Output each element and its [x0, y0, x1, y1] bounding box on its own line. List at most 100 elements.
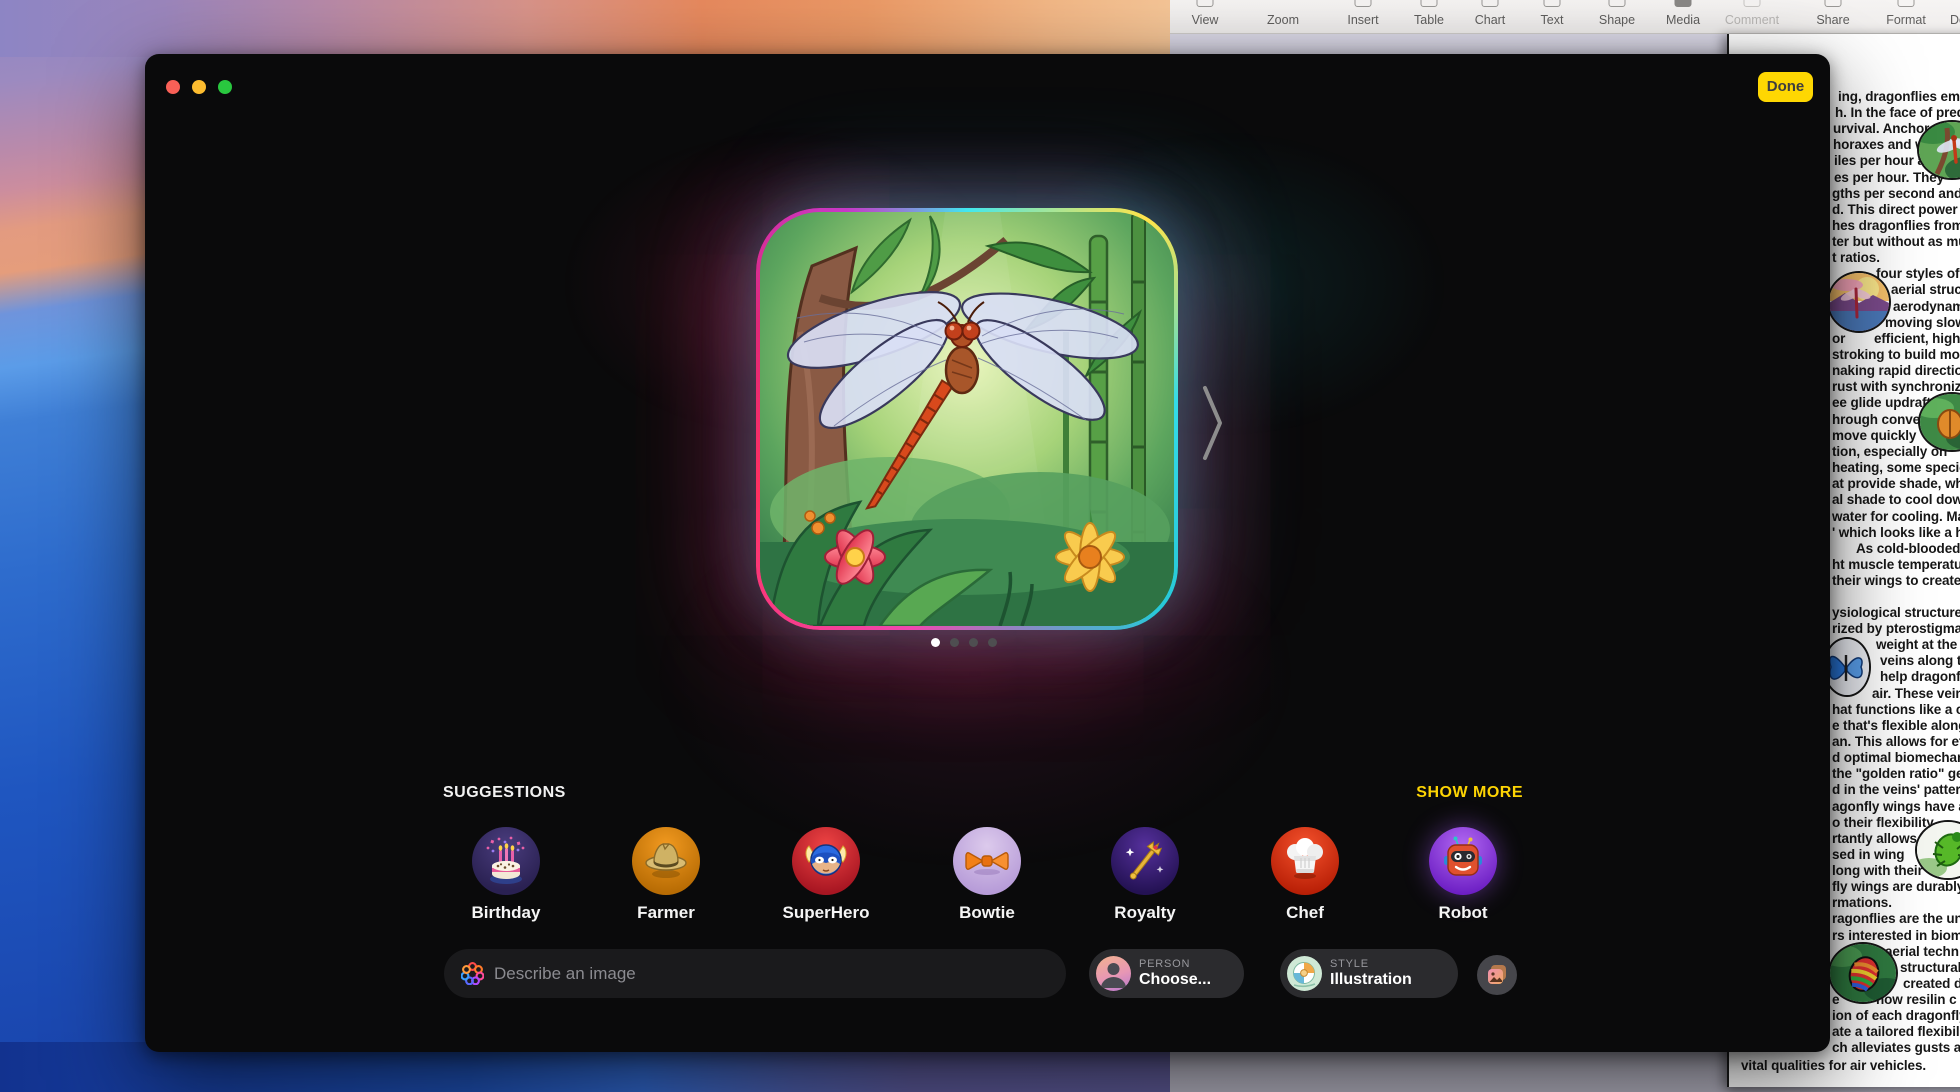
carousel-dot-4[interactable]	[988, 638, 997, 647]
document-line: stroking to build more thru	[1832, 347, 1960, 362]
document-line: ' which looks like a hands	[1832, 525, 1960, 540]
done-button[interactable]: Done	[1758, 72, 1813, 102]
document-line: ragonflies are the unexpec	[1832, 911, 1960, 926]
bowtie-icon	[953, 827, 1021, 895]
document-line: hes dragonflies from othe	[1832, 218, 1960, 233]
document-line: rized by pterostigmata tha	[1832, 621, 1960, 636]
carousel-dot-3[interactable]	[969, 638, 978, 647]
document-line: heating, some species als	[1832, 460, 1960, 475]
document-line: e that's flexible along the	[1832, 718, 1960, 733]
document-line: naking rapid direction cha	[1832, 363, 1960, 378]
suggestion-robot[interactable]: Robot	[1429, 827, 1497, 895]
document-line: ysiological structure of th	[1832, 605, 1960, 620]
document-line: ing, dragonflies employ m	[1838, 89, 1960, 104]
document-line: d in the veins' pattern.	[1832, 782, 1960, 797]
suggestions-heading: SUGGESTIONS	[443, 784, 566, 802]
person-kicker: PERSON	[1139, 958, 1211, 971]
suggestion-birthday[interactable]: Birthday	[472, 827, 540, 895]
document-line: help dragonflies eff	[1880, 669, 1960, 684]
document-line: sed in wing	[1832, 847, 1904, 862]
show-more-button[interactable]: SHOW MORE	[1416, 784, 1523, 802]
prompt-placeholder: Describe an image	[494, 964, 636, 984]
suggestion-farmer[interactable]: Farmer	[632, 827, 700, 895]
person-avatar-icon	[1096, 956, 1131, 991]
royal-scepter-icon	[1111, 827, 1179, 895]
document-line: structural a	[1900, 960, 1960, 975]
robot-icon	[1429, 827, 1497, 895]
image-playground-window: Done	[145, 54, 1830, 1052]
figure-blue-butterfly	[1823, 637, 1871, 697]
person-chooser-button[interactable]: PERSON Choose...	[1089, 949, 1244, 998]
photos-icon	[1485, 963, 1509, 987]
suggestion-label: SuperHero	[783, 903, 870, 923]
image-playground-flower-icon	[461, 962, 484, 985]
document-line: aerial structur	[1891, 282, 1960, 297]
desktop-wallpaper-top-band	[0, 0, 1170, 57]
suggestion-label: Royalty	[1114, 903, 1175, 923]
document-line: at provide shade, while ot	[1832, 476, 1960, 491]
suggestion-label: Bowtie	[959, 903, 1015, 923]
document-line: the "golden ratio" geomet	[1832, 766, 1960, 781]
document-line: rs interested in biomimeti	[1832, 928, 1960, 943]
suggestion-chef[interactable]: Chef	[1271, 827, 1339, 895]
document-line: ion of each dragonfly wing	[1832, 1008, 1960, 1023]
document-line: h. In the face of predators	[1835, 105, 1960, 120]
generated-image-card[interactable]	[756, 208, 1178, 630]
document-line: hat functions like a cantile	[1832, 702, 1960, 717]
suggestion-label: Robot	[1438, 903, 1487, 923]
suggestion-bowtie[interactable]: Bowtie	[953, 827, 1021, 895]
close-window-button[interactable]	[166, 80, 180, 94]
document-line: o their flexibility	[1832, 815, 1934, 830]
illustration-style-icon	[1287, 956, 1322, 991]
document-line: ate a tailored flexibility co	[1832, 1024, 1960, 1039]
document-line: rmations.	[1832, 895, 1892, 910]
document-line: gths per second and forw	[1832, 186, 1960, 201]
document-line: air. These veins form	[1872, 686, 1960, 701]
document-line: ht muscle temperature v	[1832, 557, 1960, 572]
document-line: efficient, high lift. W	[1874, 331, 1960, 346]
prompt-input[interactable]: Describe an image	[444, 949, 1066, 998]
document-line: moving slowly,	[1885, 315, 1960, 330]
birthday-cake-icon	[472, 827, 540, 895]
document-line: al shade to cool down. Oth	[1832, 492, 1960, 507]
figure-dragonfly-sunset	[1827, 271, 1891, 333]
carousel-page-dots[interactable]	[931, 638, 997, 647]
superhero-icon	[792, 827, 860, 895]
fullscreen-window-button[interactable]	[218, 80, 232, 94]
document-line: veins along the lea	[1880, 653, 1960, 668]
style-chooser-button[interactable]: STYLE Illustration	[1280, 949, 1458, 998]
farmer-hat-icon	[632, 827, 700, 895]
suggestion-label: Farmer	[637, 903, 695, 923]
minimize-window-button[interactable]	[192, 80, 206, 94]
document-line: move quickly	[1832, 428, 1916, 443]
document-line: agonfly wings have a prote	[1832, 799, 1960, 814]
chef-hat-icon	[1271, 827, 1339, 895]
document-line: d optimal biomechanics f	[1832, 750, 1960, 765]
next-image-chevron[interactable]	[1201, 384, 1225, 462]
document-line: four styles of flig	[1876, 266, 1960, 281]
document-line: weight at the edges	[1876, 637, 1960, 652]
document-line: aerodynamic e	[1893, 299, 1960, 314]
document-line: vital qualities for air vehicles.	[1741, 1058, 1926, 1073]
document-line: created det	[1903, 976, 1960, 991]
document-line: fly wings are durably able	[1832, 879, 1960, 894]
document-line: ch alleviates gusts and mi	[1832, 1040, 1960, 1055]
document-line: an. This allows for efficien	[1832, 734, 1960, 749]
document-line: As cold-blooded inse	[1856, 541, 1960, 556]
document-line: t ratios.	[1832, 250, 1880, 265]
document-line: aerial techn	[1885, 944, 1959, 959]
suggestion-superhero[interactable]: SuperHero	[792, 827, 860, 895]
suggestion-label: Chef	[1286, 903, 1324, 923]
document-line: tion, especially on	[1832, 444, 1947, 459]
photo-library-button[interactable]	[1477, 955, 1517, 995]
suggestion-label: Birthday	[472, 903, 541, 923]
document-line: ter but without as much	[1832, 234, 1960, 249]
carousel-dot-2[interactable]	[950, 638, 959, 647]
style-value: Illustration	[1330, 971, 1412, 989]
document-line: rust with synchronized	[1832, 379, 1960, 394]
style-kicker: STYLE	[1330, 958, 1412, 971]
carousel-dot-1[interactable]	[931, 638, 940, 647]
suggestion-royalty[interactable]: Royalty	[1111, 827, 1179, 895]
figure-rainbow-beetle	[1828, 942, 1898, 1004]
document-line: or	[1832, 331, 1845, 346]
